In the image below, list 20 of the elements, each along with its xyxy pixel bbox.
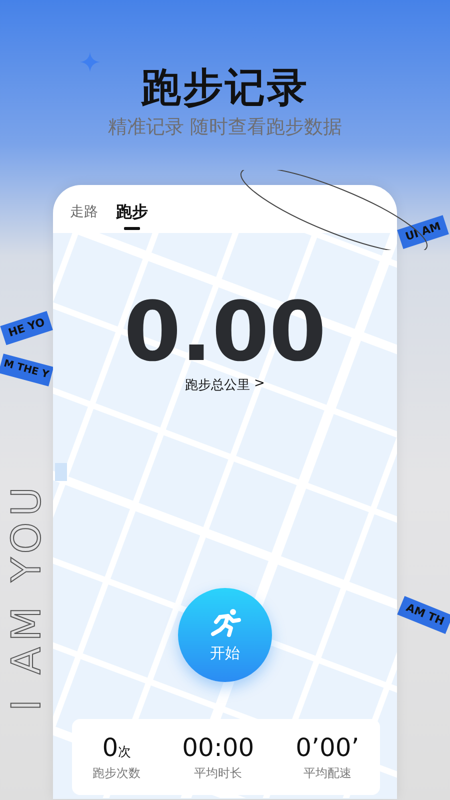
stat-label: 平均时长 (194, 764, 242, 782)
distance-value: 0.00 (124, 292, 326, 374)
stat-unit: 次 (118, 744, 132, 760)
slogan-ribbon: HE YO (0, 310, 54, 346)
slogan-ribbon: M THE Y (0, 354, 54, 386)
stat-value: 00:00 (182, 732, 254, 762)
tab[interactable]: 走路 (70, 185, 98, 227)
slogan-ribbon: UI AM (397, 215, 450, 249)
sparkle-icon (80, 52, 100, 72)
runner-icon (208, 608, 242, 638)
outline-slogan: I AM YOU (3, 480, 51, 714)
subtitle: 精准记录 随时查看跑步数据 (108, 115, 342, 140)
stat-label: 跑步次数 (92, 764, 141, 782)
stat-value: 0 (102, 732, 118, 762)
tab[interactable]: 跑步 (116, 185, 148, 236)
stat-label: 平均配速 (303, 764, 352, 782)
total-distance-link[interactable]: 跑步总公里 > (185, 376, 265, 394)
stat-value: 0’00’ (296, 732, 360, 762)
headline: 跑步记录 (141, 64, 309, 113)
slogan-ribbon: AM TH (397, 596, 450, 634)
